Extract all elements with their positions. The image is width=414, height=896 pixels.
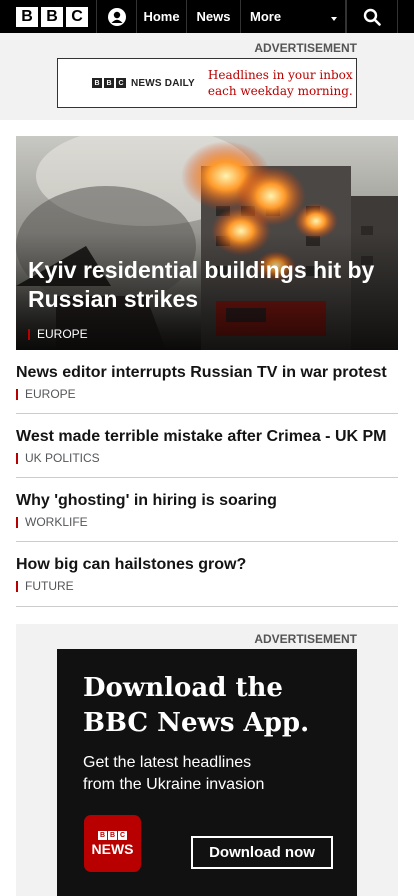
bbc-logo[interactable]: B B C [0,0,97,33]
list-item[interactable]: How big can hailstones grow? FUTURE [16,555,398,607]
ad-container-top: ADVERTISEMENT B B C NEWS DAILY Headlines… [0,33,414,120]
ad-headline-line2: BBC News App. [83,708,310,738]
ad-label-bottom: ADVERTISEMENT [254,632,357,646]
list-item[interactable]: Why 'ghosting' in hiring is soaring WORK… [16,491,398,542]
account-button[interactable] [97,0,137,33]
story-title: News editor interrupts Russian TV in war… [16,364,387,381]
hero-tag-label: EUROPE [37,327,88,341]
ad-copy-line2: each weekday morning. [207,84,353,98]
ad-copy: Headlines in your inbox each weekday mor… [208,67,353,99]
story-tag-label: UK POLITICS [25,451,100,465]
story-tag-label: WORKLIFE [25,515,88,529]
logo-letter-b1: B [16,6,38,27]
search-icon [363,8,381,26]
app-icon-letter: B [98,830,107,840]
app-icon-letter: C [118,830,127,840]
story-section-tag[interactable]: UK POLITICS [16,451,398,465]
tag-marker [28,328,30,340]
ad-subtext-line1: Get the latest headlines [83,754,252,771]
bbc-news-daily-logo: B B C NEWS DAILY [92,78,195,89]
newsletter-ad-banner[interactable]: B B C NEWS DAILY Headlines in your inbox… [57,58,357,108]
download-now-button[interactable]: Download now [191,836,333,869]
story-title: West made terrible mistake after Crimea … [16,428,387,445]
bbc-news-app-icon: B B C NEWS [84,815,141,872]
tag-marker [16,388,18,400]
hero-image [16,136,398,350]
story-tag-label: EUROPE [25,387,76,401]
hero-story[interactable]: Kyiv residential buildings hit by Russia… [16,136,398,350]
story-title: Why 'ghosting' in hiring is soaring [16,492,277,509]
app-icon-bbc-blocks: B B C [98,830,127,840]
ad-headline-line1: Download the [83,673,283,703]
story-section-tag[interactable]: EUROPE [16,387,398,401]
ad-logo-letter: C [116,78,126,88]
search-button[interactable] [346,0,398,33]
ad-label-top: ADVERTISEMENT [254,41,357,55]
story-title: How big can hailstones grow? [16,556,247,573]
app-icon-letter: B [108,830,117,840]
ad-container-bottom: ADVERTISEMENT Download the BBC News App.… [16,624,398,896]
story-section-tag[interactable]: FUTURE [16,579,398,593]
top-nav-bar: B B C Home News More [0,0,414,33]
nav-more-label: More [250,9,282,24]
ad-subtext-line2: from the Ukraine invasion [83,776,265,793]
app-download-ad[interactable]: Download the BBC News App. Get the lates… [57,649,357,896]
hero-title: Kyiv residential buildings hit by Russia… [28,257,375,312]
logo-letter-b2: B [41,6,63,27]
tag-marker [16,452,18,464]
tag-marker [16,516,18,528]
tag-marker [16,580,18,592]
ad-copy-line1: Headlines in your inbox [207,68,353,82]
nav-home[interactable]: Home [137,0,187,33]
list-item[interactable]: News editor interrupts Russian TV in war… [16,363,398,414]
logo-letter-c: C [66,6,88,27]
list-item[interactable]: West made terrible mistake after Crimea … [16,427,398,478]
nav-more[interactable]: More [241,0,346,33]
ad-brand-name: NEWS DAILY [131,77,195,89]
account-icon [107,7,126,26]
hero-section-tag[interactable]: EUROPE [28,327,88,341]
ad-logo-letter: B [92,78,102,88]
ad-subtext: Get the latest headlines from the Ukrain… [83,752,264,796]
ad-logo-letter: B [104,78,114,88]
chevron-down-icon [331,17,337,21]
story-section-tag[interactable]: WORKLIFE [16,515,398,529]
ad-headline: Download the BBC News App. [83,671,309,741]
story-tag-label: FUTURE [25,579,74,593]
nav-news[interactable]: News [187,0,241,33]
app-icon-word: NEWS [91,840,134,857]
